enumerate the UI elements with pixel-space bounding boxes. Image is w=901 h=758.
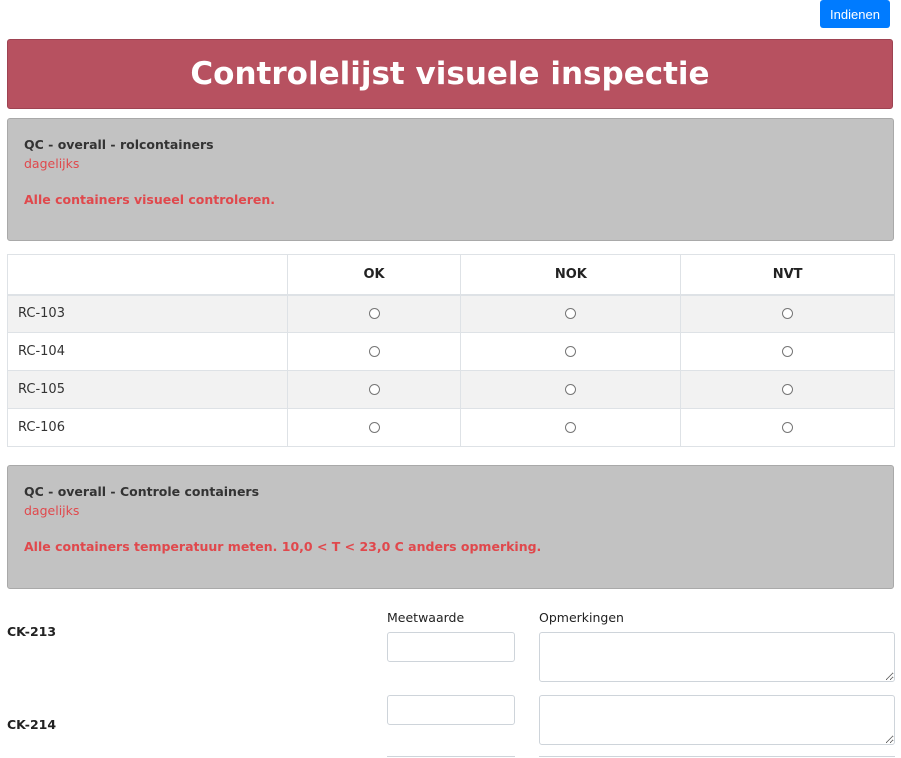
radio-nvt[interactable] (782, 384, 794, 395)
submit-button[interactable]: Indienen (820, 0, 890, 28)
section-instruction: Alle containers temperatuur meten. 10,0 … (24, 539, 542, 554)
column-header-ok: OK (286, 254, 462, 296)
radio-nok[interactable] (565, 346, 577, 357)
table-row: RC-106 (7, 408, 895, 447)
radio-ok[interactable] (368, 346, 380, 357)
section-frequency: dagelijks (24, 156, 80, 171)
remarks-textarea[interactable] (539, 632, 895, 682)
measurement-row-label: CK-214 (7, 717, 57, 732)
column-header-nvt: NVT (680, 254, 895, 296)
section-title: QC - overall - rolcontainers (24, 137, 214, 152)
page: Indienen Controlelijst visuele inspectie… (0, 0, 901, 758)
inspection-table: OK NOK NVT RC-103 RC-104 RC-105 RC-106 (7, 254, 895, 447)
radio-nvt[interactable] (782, 308, 794, 320)
remarks-header: Opmerkingen (539, 610, 624, 625)
radio-ok[interactable] (368, 422, 380, 433)
radio-nok[interactable] (565, 384, 577, 395)
section-title: QC - overall - Controle containers (24, 484, 260, 499)
radio-ok[interactable] (368, 384, 380, 395)
row-label: RC-103 (7, 294, 288, 333)
measurement-value-input[interactable] (387, 632, 515, 662)
column-header-nok: NOK (460, 254, 682, 296)
radio-nok[interactable] (565, 422, 577, 433)
measurement-value-input[interactable] (387, 695, 515, 725)
radio-ok[interactable] (368, 308, 380, 320)
measurement-value-header: Meetwaarde (387, 610, 465, 625)
row-label: RC-106 (7, 408, 288, 447)
row-label: RC-105 (7, 370, 288, 409)
table-row: RC-103 (7, 294, 895, 333)
radio-nok[interactable] (565, 308, 577, 320)
section-instruction: Alle containers visueel controleren. (24, 192, 276, 207)
section-frequency: dagelijks (24, 503, 80, 518)
row-label: RC-104 (7, 332, 288, 371)
title-banner: Controlelijst visuele inspectie (7, 39, 893, 109)
page-title: Controlelijst visuele inspectie (190, 56, 710, 92)
remarks-textarea[interactable] (539, 695, 895, 745)
column-header-item (7, 254, 288, 296)
radio-nvt[interactable] (782, 346, 794, 357)
table-row: RC-105 (7, 370, 895, 409)
section-card-rolcontainers: QC - overall - rolcontainers dagelijks A… (7, 118, 894, 241)
section-card-controle-containers: QC - overall - Controle containers dagel… (7, 465, 894, 589)
table-row: RC-104 (7, 332, 895, 371)
radio-nvt[interactable] (782, 422, 794, 433)
measurement-row-label: CK-213 (7, 624, 57, 639)
table-header-row: OK NOK NVT (7, 254, 895, 296)
